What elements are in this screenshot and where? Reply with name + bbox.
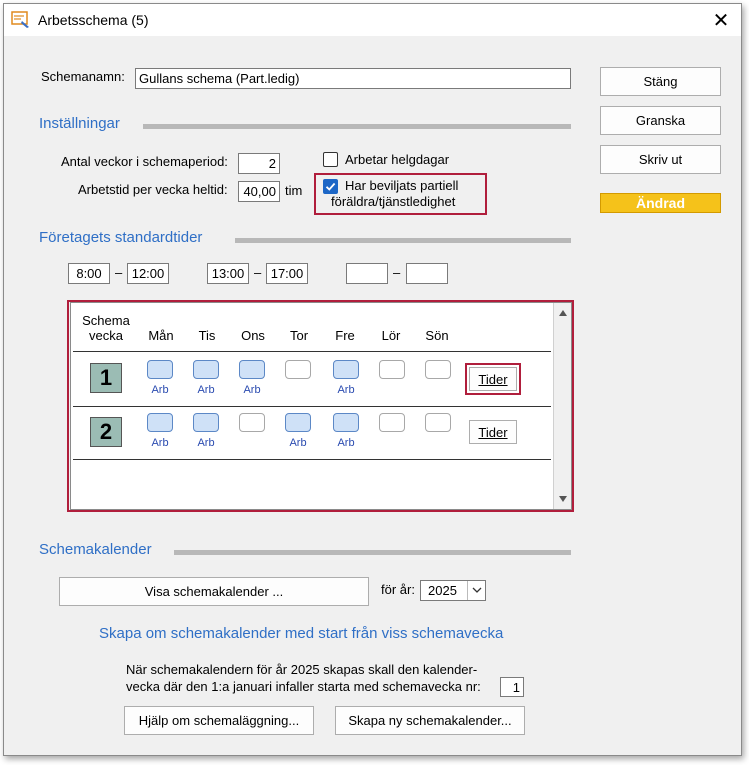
chevron-down-icon (472, 587, 482, 593)
visa-schemakalender-button[interactable]: Visa schemakalender ... (59, 577, 369, 606)
visa-schemakalender-label: Visa schemakalender ... (144, 584, 284, 599)
title-bar: Arbetsschema (5) ✕ (4, 4, 741, 36)
antal-veckor-input[interactable]: 2 (238, 153, 280, 174)
andrad-status-text: Ändrad (636, 195, 685, 211)
arbetar-helgdagar-checkbox[interactable] (323, 152, 338, 167)
start-week-input[interactable]: 1 (500, 677, 524, 697)
checkmark-icon (325, 182, 336, 191)
time-to-3[interactable] (406, 263, 448, 284)
skapa-om-heading: Skapa om schemakalender med start från v… (99, 625, 504, 642)
arbetsschema-dialog: Arbetsschema (5) ✕ Schemanamn: Gullans s… (3, 3, 742, 756)
highlight-frame (67, 300, 574, 512)
info-line-1: När schemakalendern för år 2025 skapas s… (126, 662, 478, 677)
time-from-1[interactable]: 8:00 (68, 263, 110, 284)
skapa-ny-schemakalender-label: Skapa ny schemakalender... (348, 713, 512, 728)
app-icon (11, 11, 29, 28)
arbetar-helgdagar-label: Arbetar helgdagar (345, 152, 450, 167)
schemanamn-label: Schemanamn: (41, 69, 125, 84)
hjalp-schemalaggning-button[interactable]: Hjälp om schemaläggning... (124, 706, 314, 735)
skriv-ut-button[interactable]: Skriv ut (600, 145, 721, 174)
info-line-2: vecka där den 1:a januari infaller start… (126, 679, 481, 694)
time-to-1[interactable]: 12:00 (127, 263, 169, 284)
section-divider (143, 124, 571, 129)
partiell-ledighet-label-1: Har beviljats partiell (345, 178, 459, 193)
schemakalender-section-title: Schemakalender (39, 541, 152, 558)
partiell-ledighet-label-2: föräldra/tjänstledighet (331, 194, 456, 209)
granska-button-label: Granska (635, 113, 686, 128)
stang-button[interactable]: Stäng (600, 67, 721, 96)
window-title: Arbetsschema (5) (38, 12, 149, 28)
stang-button-label: Stäng (643, 74, 678, 89)
partiell-ledighet-checkbox[interactable] (323, 179, 338, 194)
andrad-status-badge: Ändrad (600, 193, 721, 213)
section-divider (235, 238, 571, 243)
for-ar-label: för år: (381, 582, 415, 597)
time-dash: – (254, 265, 262, 280)
hjalp-schemalaggning-label: Hjälp om schemaläggning... (138, 713, 300, 728)
year-select[interactable]: 2025 (420, 580, 486, 601)
skriv-ut-button-label: Skriv ut (638, 152, 683, 167)
arbetstid-unit: tim (285, 183, 303, 198)
time-dash: – (393, 265, 401, 280)
arbetstid-input[interactable]: 40,00 (238, 181, 280, 202)
year-select-value: 2025 (428, 583, 457, 598)
antal-veckor-label: Antal veckor i schemaperiod: (61, 154, 228, 169)
time-from-3[interactable] (346, 263, 388, 284)
time-dash: – (115, 265, 123, 280)
standardtider-section-title: Företagets standardtider (39, 229, 203, 246)
installningar-section-title: Inställningar (39, 115, 120, 132)
time-from-2[interactable]: 13:00 (207, 263, 249, 284)
skapa-ny-schemakalender-button[interactable]: Skapa ny schemakalender... (335, 706, 525, 735)
arbetstid-label: Arbetstid per vecka heltid: (78, 182, 228, 197)
time-to-2[interactable]: 17:00 (266, 263, 308, 284)
close-icon[interactable]: ✕ (701, 4, 741, 36)
section-divider (174, 550, 571, 555)
schemanamn-input[interactable]: Gullans schema (Part.ledig) (135, 68, 571, 89)
year-select-arrow (467, 581, 485, 600)
granska-button[interactable]: Granska (600, 106, 721, 135)
